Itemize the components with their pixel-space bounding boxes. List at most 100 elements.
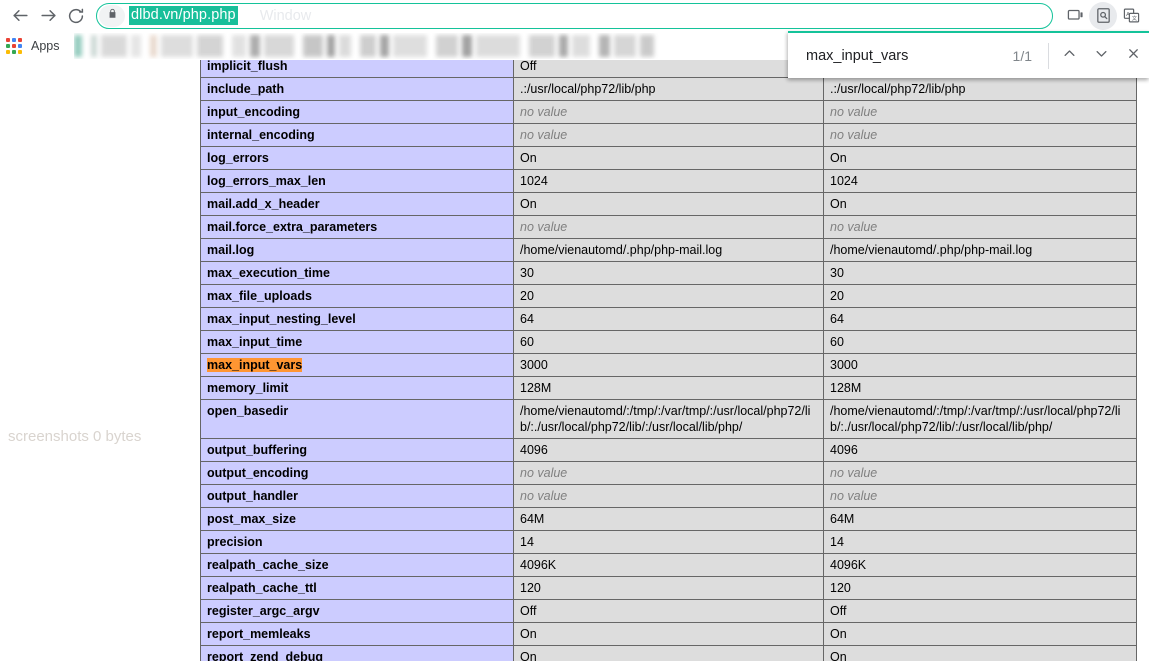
apps-grid-icon[interactable] — [6, 37, 22, 54]
local-value-cell: no value — [513, 123, 824, 147]
table-row: max_input_nesting_level 64 64 — [200, 307, 1137, 331]
browser-toolbar: dlbd.vn/php.php Window A文 — [0, 0, 1149, 31]
url-text[interactable]: dlbd.vn/php.php — [129, 6, 238, 25]
find-close-button[interactable] — [1117, 38, 1149, 74]
bookmark-item[interactable] — [639, 34, 654, 57]
directive-name-cell: post_max_size — [200, 507, 514, 531]
bookmark-item[interactable] — [379, 34, 389, 57]
directive-name-cell: register_argc_argv — [200, 599, 514, 623]
bookmark-item[interactable] — [326, 34, 335, 57]
translate-icon[interactable]: A文 — [1117, 2, 1145, 30]
local-value-cell: Off — [513, 60, 824, 78]
table-row: realpath_cache_ttl 120 120 — [200, 576, 1137, 600]
table-row: input_encoding no value no value — [200, 100, 1137, 124]
forward-button[interactable] — [34, 2, 62, 30]
local-value-cell: 1024 — [513, 169, 824, 193]
master-value-cell: 120 — [823, 576, 1137, 600]
master-value-cell: no value — [823, 461, 1137, 485]
directive-name-cell: memory_limit — [200, 376, 514, 400]
local-value-cell: 3000 — [513, 353, 824, 377]
bookmark-item[interactable] — [149, 34, 157, 57]
bookmark-item[interactable] — [359, 34, 376, 57]
bookmark-item[interactable] — [558, 34, 568, 57]
directive-name-cell: input_encoding — [200, 100, 514, 124]
directive-name-cell: mail.add_x_header — [200, 192, 514, 216]
local-value-cell: no value — [513, 215, 824, 239]
bookmark-item[interactable] — [73, 34, 82, 57]
find-input[interactable] — [806, 47, 1013, 64]
table-row: output_encoding no value no value — [200, 461, 1137, 485]
table-body: implicit_flushOffOffinclude_path.:/usr/l… — [200, 60, 1137, 661]
url-ghost-text: Window — [259, 7, 312, 24]
master-value-cell: 64 — [823, 307, 1137, 331]
site-info-button[interactable] — [99, 4, 125, 27]
local-value-cell: On — [513, 146, 824, 170]
master-value-cell: /home/vienautomd/.php/php-mail.log — [823, 238, 1137, 262]
bookmark-item[interactable] — [263, 34, 294, 57]
bookmark-item[interactable] — [613, 34, 636, 57]
local-value-cell: 128M — [513, 376, 824, 400]
apps-label[interactable]: Apps — [31, 39, 60, 53]
toolbar-icon-group: A文 — [1061, 1, 1145, 30]
back-button[interactable] — [6, 2, 34, 30]
directive-name-cell: mail.force_extra_parameters — [200, 215, 514, 239]
directive-name-cell: output_encoding — [200, 461, 514, 485]
no-value-label: no value — [830, 489, 878, 503]
master-value-cell: 64M — [823, 507, 1137, 531]
bookmark-item[interactable] — [249, 34, 260, 57]
table-row: mail.force_extra_parameters no value no va… — [200, 215, 1137, 239]
bookmark-item[interactable] — [461, 34, 472, 57]
bookmark-item[interactable] — [435, 34, 458, 57]
bookmark-item[interactable] — [528, 34, 555, 57]
table-row: open_basedir/home/vienautomd/:/tmp/:/var… — [200, 399, 1137, 439]
directive-name-cell: realpath_cache_ttl — [200, 576, 514, 600]
master-value-cell: Off — [823, 599, 1137, 623]
bookmark-item[interactable] — [90, 34, 97, 57]
find-in-page-icon[interactable] — [1089, 1, 1117, 30]
directive-name-cell: max_input_vars — [200, 353, 514, 377]
bookmark-item[interactable] — [160, 34, 193, 57]
local-value-cell: 120 — [513, 576, 824, 600]
directive-name-cell: max_input_time — [200, 330, 514, 354]
local-value-cell: 60 — [513, 330, 824, 354]
find-in-page-bar: 1/1 — [788, 31, 1149, 78]
reload-icon — [67, 7, 85, 25]
table-row: memory_limit 128M 128M — [200, 376, 1137, 400]
address-bar[interactable]: dlbd.vn/php.php Window — [96, 2, 1053, 29]
directive-name-cell: implicit_flush — [200, 60, 514, 78]
directive-name-cell: max_execution_time — [200, 261, 514, 285]
cast-icon[interactable] — [1061, 2, 1089, 30]
local-value-cell: /home/vienautomd/:/tmp/:/var/tmp/:/usr/l… — [513, 399, 824, 439]
bookmark-item[interactable] — [130, 34, 141, 57]
svg-text:A: A — [1126, 12, 1130, 18]
master-value-cell: no value — [823, 215, 1137, 239]
local-value-cell: no value — [513, 484, 824, 508]
bookmark-item[interactable] — [598, 34, 610, 57]
bookmark-item[interactable] — [338, 34, 351, 57]
bookmark-item[interactable] — [571, 34, 590, 57]
local-value-cell: 4096 — [513, 438, 824, 462]
master-value-cell: 4096 — [823, 438, 1137, 462]
local-value-cell: 20 — [513, 284, 824, 308]
bookmark-item[interactable] — [196, 34, 223, 57]
table-row: log_errors_max_len 1024 1024 — [200, 169, 1137, 193]
bookmark-item[interactable] — [392, 34, 427, 57]
find-match-count: 1/1 — [1012, 47, 1032, 64]
bookmark-item[interactable] — [302, 34, 323, 57]
directive-name-cell: max_input_nesting_level — [200, 307, 514, 331]
find-separator — [1048, 42, 1049, 69]
directive-name-cell: report_zend_debug — [200, 645, 514, 661]
bookmark-item[interactable] — [475, 34, 520, 57]
arrow-right-icon — [39, 6, 58, 25]
close-icon — [1126, 46, 1141, 66]
master-value-cell: 30 — [823, 261, 1137, 285]
find-previous-button[interactable] — [1053, 38, 1085, 74]
table-row: output_buffering 4096 4096 — [200, 438, 1137, 462]
reload-button[interactable] — [62, 2, 90, 30]
table-row: output_handler no value no value — [200, 484, 1137, 508]
find-next-button[interactable] — [1085, 38, 1117, 74]
bookmark-item[interactable] — [100, 34, 127, 57]
table-row: max_file_uploads 20 20 — [200, 284, 1137, 308]
master-value-cell: 14 — [823, 530, 1137, 554]
bookmark-item[interactable] — [231, 34, 246, 57]
